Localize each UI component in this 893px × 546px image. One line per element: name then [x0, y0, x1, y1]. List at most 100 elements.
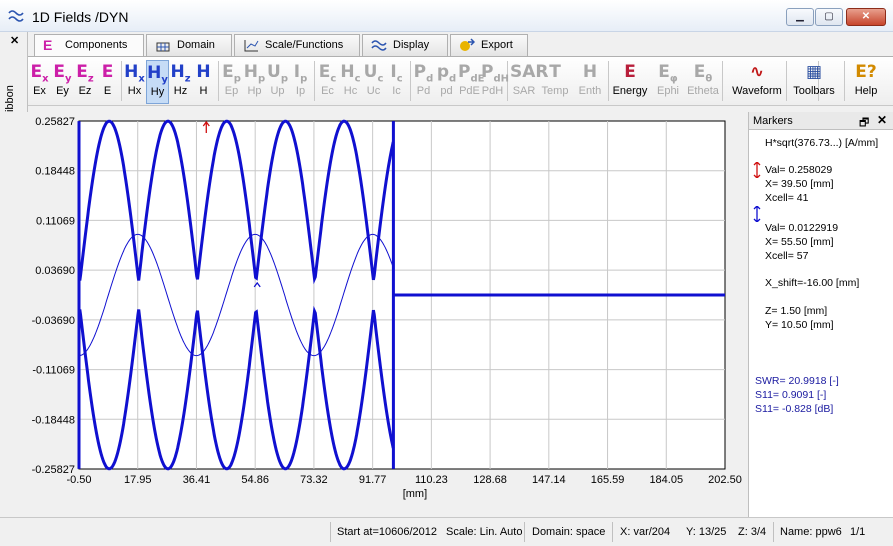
toolbar-button-pdh[interactable]: PdH PdH	[481, 60, 509, 104]
toolbar-button-ep[interactable]: Ep Ep	[220, 60, 243, 104]
tab-label: Export	[481, 39, 513, 51]
status-y: Y: 13/25	[686, 526, 727, 538]
window-title: 1D Fields /DYN	[32, 9, 129, 25]
x-tick-label: 36.41	[183, 474, 211, 486]
marker2-x: X= 55.50 [mm]	[765, 236, 834, 248]
x-tick-label: 128.68	[473, 474, 507, 486]
toolbar-button-label: Etheta	[687, 85, 719, 97]
toolbar-button-label: PdE	[459, 85, 480, 97]
hp-icon: Hp	[243, 62, 266, 85]
toolbar-button-enth[interactable]: H Enth	[572, 60, 608, 104]
toolbar-button-toolbars[interactable]: ▦ Toolbars	[790, 60, 838, 104]
toolbar-button-hp[interactable]: Hp Hp	[243, 60, 266, 104]
toolbar-button-h[interactable]: HH	[192, 60, 215, 104]
toolbar-button-label: Ephi	[656, 85, 680, 97]
maximize-button[interactable]: ▢	[815, 8, 843, 26]
ribbon-close-icon[interactable]: ✕	[10, 34, 19, 47]
toolbar-button-pde[interactable]: PdE PdE	[458, 60, 485, 104]
toolbar-button-label: Ec	[321, 85, 334, 97]
toolbar-button-label: Hy	[150, 86, 165, 98]
x-tick-label: 110.23	[415, 474, 448, 486]
toolbars-icon: ▦	[805, 62, 823, 82]
tab-display[interactable]: Display	[362, 34, 448, 56]
toolbar-button-ip[interactable]: Ip Ip	[289, 60, 312, 104]
ey-icon: Ey	[53, 62, 72, 85]
toolbar-button-label: Waveform	[732, 85, 782, 97]
components-toolbar: Ex Ex Ey Ey Ez Ez E E Hx Hx Hy Hy Hz Hz H H Ep Ep Hp Hp Up Up…	[28, 56, 893, 106]
toolbar-button-ic[interactable]: Ic Ic	[385, 60, 408, 104]
x-tick-label: 73.32	[300, 474, 328, 486]
field-plot[interactable]: -0.50 17.95 36.41 54.86 73.32 91.77 110.23 128.…	[0, 112, 748, 517]
toolbar-button-help[interactable]: E? Help	[848, 60, 884, 104]
toolbar-button-temp[interactable]: T Temp	[538, 60, 572, 104]
toolbar-button-label: E	[103, 85, 112, 97]
toolbar-button-ec[interactable]: Ec Ec	[316, 60, 339, 104]
toolbar-button-label: Temp	[541, 85, 569, 97]
x-axis-label: [mm]	[403, 488, 427, 500]
marker2-value: Val= 0.0122919	[765, 222, 839, 234]
toolbar-button-energy[interactable]: E Energy	[610, 60, 650, 104]
toolbar-button-hz[interactable]: Hz Hz	[169, 60, 192, 104]
toolbar-button-hx[interactable]: Hx Hx	[123, 60, 146, 104]
toolbar-button-etheta[interactable]: Eθ Etheta	[684, 60, 722, 104]
toolbar-button-pd[interactable]: Pd Pd	[412, 60, 435, 104]
toolbar-button-hc[interactable]: Hc Hc	[339, 60, 362, 104]
tab-export[interactable]: Export	[450, 34, 528, 56]
pdh-icon: PdH	[481, 62, 509, 85]
x-tick-label: 202.50	[708, 474, 742, 486]
marker2-xcell: Xcell= 57	[765, 250, 809, 262]
toolbar-button-label: Hc	[343, 85, 358, 97]
close-window-button[interactable]: ✕	[846, 8, 886, 26]
y-tick-label: -0.18448	[32, 414, 75, 426]
toolbar-button-ez[interactable]: Ez Ez	[74, 60, 96, 104]
domain-icon	[156, 42, 170, 52]
pd-icon: Pd	[413, 62, 434, 85]
status-page: 1/1	[850, 526, 866, 538]
marker-y: Y= 10.50 [mm]	[765, 319, 834, 331]
y-tick-label: 0.11069	[36, 215, 75, 227]
marker2-icon	[753, 206, 761, 222]
status-domain: Domain: space	[532, 526, 606, 538]
toolbar-button-label: Hp	[247, 85, 262, 97]
close-panel-icon[interactable]: ✕	[877, 113, 887, 127]
tab-components[interactable]: E Components	[34, 34, 144, 57]
hc-icon: Hc	[340, 62, 361, 85]
toolbar-button-up[interactable]: Up Up	[266, 60, 289, 104]
toolbar-button-sar[interactable]: SAR SAR	[510, 60, 549, 104]
ic-icon: Ic	[390, 62, 403, 85]
toolbar-button-label: Ez	[78, 85, 92, 97]
tab-label: Components	[65, 39, 128, 51]
status-x: X: var/204	[620, 526, 671, 538]
marker-z: Z= 1.50 [mm]	[765, 305, 828, 317]
markers-panel: Markers 🗗 ✕ H*sqrt(376.73...) [A/mm] Val…	[748, 112, 893, 517]
x-tick-label: 54.86	[241, 474, 269, 486]
toolbar-button-e[interactable]: EE	[96, 60, 119, 104]
toolbar-button-hy[interactable]: Hy Hy	[146, 60, 169, 104]
toolbar-button-waveform[interactable]: ∿ Waveform	[726, 60, 788, 104]
toolbar-button-uc[interactable]: Uc Uc	[362, 60, 385, 104]
toolbar-button-ex[interactable]: Ex Ex	[28, 60, 51, 104]
tab-domain[interactable]: Domain	[146, 34, 232, 56]
toolbar-button-ephi[interactable]: Eφ Ephi	[652, 60, 684, 104]
toolbar-button-label: Enth	[578, 85, 602, 97]
x-tick-label: 165.59	[591, 474, 625, 486]
toolbar-button-label: SAR	[512, 85, 536, 97]
component-e-icon: E	[43, 37, 53, 53]
tab-label: Display	[393, 39, 430, 51]
float-panel-icon[interactable]: 🗗	[859, 114, 869, 133]
x-tick-label: 17.95	[124, 474, 152, 486]
toolbar-button-label: Hz	[173, 85, 188, 97]
app-wave-icon	[8, 10, 24, 22]
plot-panel: -0.50 17.95 36.41 54.86 73.32 91.77 110.23 128.…	[0, 112, 748, 517]
y-tick-label: 0.03690	[35, 265, 75, 277]
toolbar-button-label: Ep	[224, 85, 239, 97]
toolbar-button-label: Help	[854, 85, 878, 97]
toolbar-button-ey[interactable]: Ey Ey	[51, 60, 74, 104]
pde-icon: PdE	[458, 62, 485, 85]
tab-scale-functions[interactable]: Scale/Functions	[234, 34, 360, 56]
minimize-button[interactable]: ▁	[786, 8, 814, 26]
toolbar-button-label: H	[199, 85, 208, 97]
toolbar-button-label: Up	[270, 85, 285, 97]
status-z: Z: 3/4	[738, 526, 767, 538]
toolbar-button-pd[interactable]: pd pd	[435, 60, 458, 104]
